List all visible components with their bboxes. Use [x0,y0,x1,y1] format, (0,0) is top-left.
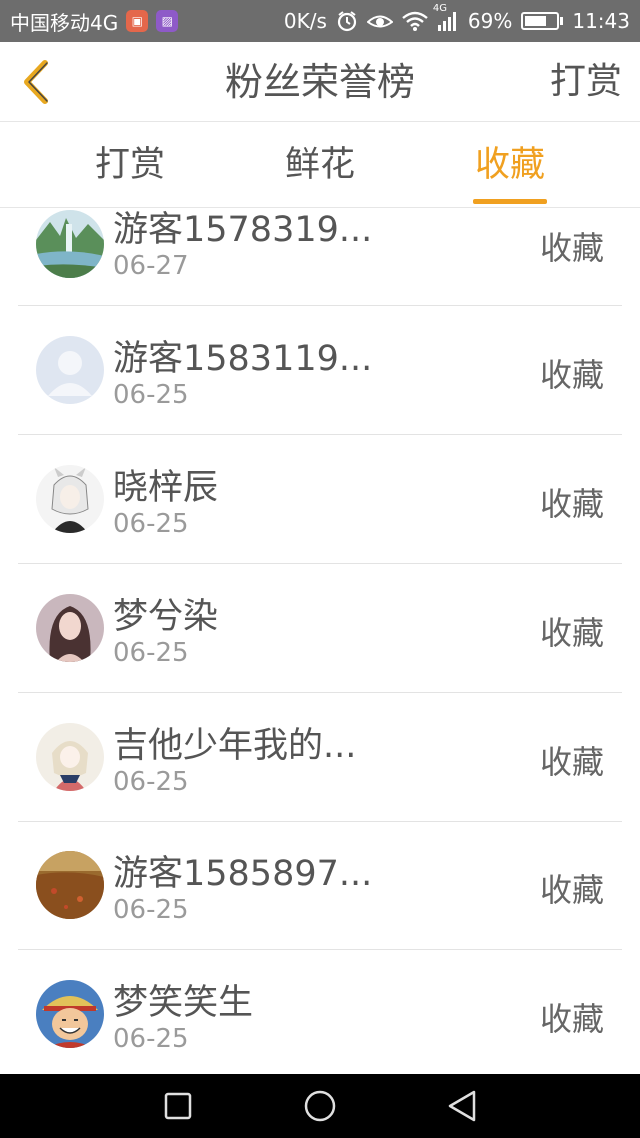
date-label: 06-25 [113,380,189,410]
app-header: 粉丝荣誉榜 打赏 [0,42,640,122]
user-name: 梦兮染 [113,597,219,637]
favorite-action: 收藏 [539,743,604,781]
triangle-back-icon [448,1090,476,1122]
list-item[interactable]: 晓梓辰 06-25 收藏 [0,435,640,564]
avatar [36,594,104,662]
tab-label: 鲜花 [284,145,355,185]
list-item[interactable]: 梦兮染 06-25 收藏 [0,564,640,693]
list-item[interactable]: 吉他少年我的... 06-25 收藏 [0,693,640,822]
user-name: 游客1585897... [113,854,373,894]
list-item[interactable]: 游客1583119... 06-25 收藏 [0,306,640,435]
list-item[interactable]: 游客1585897... 06-25 收藏 [0,821,640,950]
reward-button[interactable]: 打赏 [550,42,622,122]
system-nav-bar [0,1074,640,1138]
avatar [36,210,104,278]
alarm-icon [336,10,358,32]
tab-flowers[interactable]: 鲜花 [240,122,400,208]
list-item[interactable]: 游客1578319... 06-27 收藏 [0,208,640,306]
back-nav-button[interactable] [442,1086,482,1126]
status-left: 中国移动4G ▣ ▨ [10,0,179,42]
avatar [36,851,104,919]
home-button[interactable] [300,1086,340,1126]
eye-comfort-icon [366,11,393,31]
page-title: 粉丝荣誉榜 [224,60,415,104]
tab-reward[interactable]: 打赏 [50,122,210,208]
status-bar: 中国移动4G ▣ ▨ 0K/s 4G 69% 11:43 [0,0,640,42]
tab-bar: 打赏 鲜花 收藏 [0,122,640,208]
date-label: 06-25 [113,1024,189,1054]
date-label: 06-25 [113,767,189,797]
active-tab-indicator [473,199,547,204]
gallery-notification-icon: ▨ [156,10,179,32]
fan-list[interactable]: 游客1578319... 06-27 收藏 游客1583119... 06-25… [0,208,640,1074]
user-name: 吉他少年我的... [113,726,357,766]
recent-apps-button[interactable] [158,1086,198,1126]
notification-app-icon: ▣ [126,10,149,32]
date-label: 06-25 [113,638,189,668]
status-right: 0K/s 4G 69% 11:43 [284,0,630,42]
user-name: 游客1583119... [113,339,373,379]
wifi-icon [402,11,428,31]
tab-label: 收藏 [474,145,545,185]
user-name: 晓梓辰 [113,468,219,508]
favorite-action: 收藏 [539,871,604,909]
cell-signal-icon: 4G [433,3,459,31]
circle-icon [304,1090,336,1122]
list-item[interactable]: 梦笑笑生 06-25 收藏 [0,950,640,1074]
clock: 11:43 [572,9,630,33]
date-label: 06-25 [113,895,189,925]
battery-percent: 69% [467,9,513,33]
battery-icon [521,12,564,30]
favorite-action: 收藏 [539,1000,604,1038]
favorite-action: 收藏 [539,485,604,523]
favorite-action: 收藏 [539,356,604,394]
avatar [36,465,104,533]
square-icon [164,1092,192,1120]
favorite-action: 收藏 [539,614,604,652]
tab-favorites[interactable]: 收藏 [430,122,590,208]
avatar [36,336,104,404]
avatar [36,980,104,1048]
avatar [36,723,104,791]
tab-label: 打赏 [94,145,165,185]
date-label: 06-27 [113,251,189,281]
signal-type-label: 4G [432,3,448,14]
user-name: 梦笑笑生 [113,983,254,1023]
date-label: 06-25 [113,509,189,539]
favorite-action: 收藏 [539,229,604,267]
net-speed: 0K/s [283,9,327,33]
carrier-label: 中国移动4G [10,10,119,35]
user-name: 游客1578319... [113,210,373,250]
